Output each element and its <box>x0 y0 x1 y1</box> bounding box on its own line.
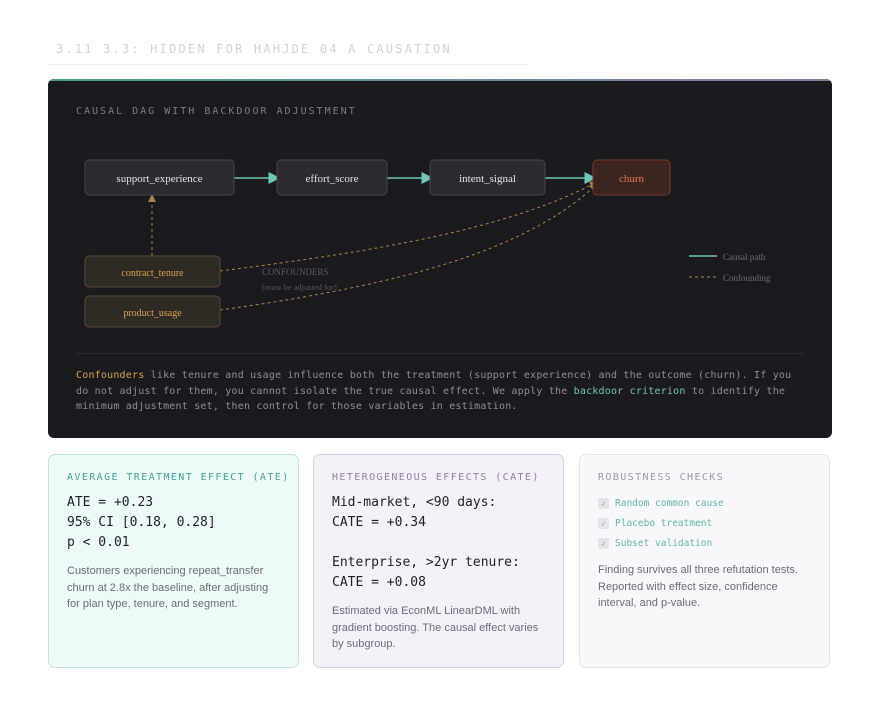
checkmark-icon: ✓ <box>598 537 609 549</box>
confounders-label: CONFOUNDERS <box>262 267 329 277</box>
legend-causal-label: Causal path <box>723 252 766 262</box>
ate-title: AVERAGE TREATMENT EFFECT (ATE) <box>67 472 290 483</box>
cate-description: Estimated via EconML LinearDML with grad… <box>332 605 539 650</box>
node-label-product-usage: product_usage <box>123 308 182 319</box>
cate-title: HETEROGENEOUS EFFECTS (CATE) <box>332 472 540 483</box>
node-label-support-experience: support_experience <box>116 173 202 185</box>
confounders-highlight: Confounders <box>76 370 145 381</box>
cate-segment-1-label: Mid-market, <90 days: <box>332 495 497 510</box>
node-intent-signal: intent_signal <box>429 159 546 196</box>
node-label-churn: churn <box>619 173 645 185</box>
cate-segment-1-value: CATE = +0.34 <box>332 515 426 530</box>
checkmark-icon: ✓ <box>598 497 609 509</box>
check-label: Subset validation <box>615 537 713 549</box>
causal-dag-diagram: support_experience effort_score intent_s… <box>84 159 771 328</box>
confounders-note: (must be adjusted for) <box>262 282 337 292</box>
backdoor-criterion-highlight: backdoor criterion <box>573 385 686 397</box>
node-effort-score: effort_score <box>276 159 388 196</box>
causal-dag-panel: CAUSAL DAG WITH BACKDOOR ADJUSTMENT supp… <box>48 79 832 438</box>
cate-segment-2-value: CATE = +0.08 <box>332 575 426 590</box>
dag-legend: Causal path Confounding <box>689 252 771 283</box>
legend-confounding-label: Confounding <box>723 273 771 283</box>
robustness-description: Finding survives all three refutation te… <box>598 564 798 609</box>
node-product-usage: product_usage <box>84 295 221 328</box>
robustness-title: ROBUSTNESS CHECKS <box>598 472 725 483</box>
check-label: Placebo treatment <box>615 517 713 529</box>
check-label: Random common cause <box>615 497 724 509</box>
heading-divider <box>48 64 528 65</box>
panel-divider <box>76 353 804 354</box>
node-support-experience: support_experience <box>84 159 235 196</box>
ate-p-value: p < 0.01 <box>67 535 130 550</box>
cate-card: HETEROGENEOUS EFFECTS (CATE) Mid-market,… <box>313 454 564 668</box>
ate-description: Customers experiencing repeat_transfer c… <box>67 565 269 610</box>
page-heading: 3.11 3.3: HIDDEN FOR HAHJDE 04 A CAUSATI… <box>56 42 452 56</box>
node-churn: churn <box>592 159 671 196</box>
ate-value: ATE = +0.23 <box>67 495 154 510</box>
check-item: ✓ Random common cause <box>598 493 811 513</box>
ate-card: AVERAGE TREATMENT EFFECT (ATE) ATE = +0.… <box>48 454 299 668</box>
robustness-card: ROBUSTNESS CHECKS ✓ Random common cause … <box>579 454 830 668</box>
node-label-effort-score: effort_score <box>306 173 359 185</box>
node-contract-tenure: contract_tenure <box>84 255 221 288</box>
cate-segment-2-label: Enterprise, >2yr tenure: <box>332 555 520 570</box>
ate-confidence-interval: 95% CI [0.18, 0.28] <box>67 515 216 530</box>
check-item: ✓ Placebo treatment <box>598 513 811 533</box>
check-item: ✓ Subset validation <box>598 533 811 553</box>
checkmark-icon: ✓ <box>598 517 609 529</box>
dag-explanation: Confounders like tenure and usage influe… <box>76 368 806 415</box>
node-label-contract-tenure: contract_tenure <box>121 268 184 279</box>
node-label-intent-signal: intent_signal <box>459 173 516 185</box>
